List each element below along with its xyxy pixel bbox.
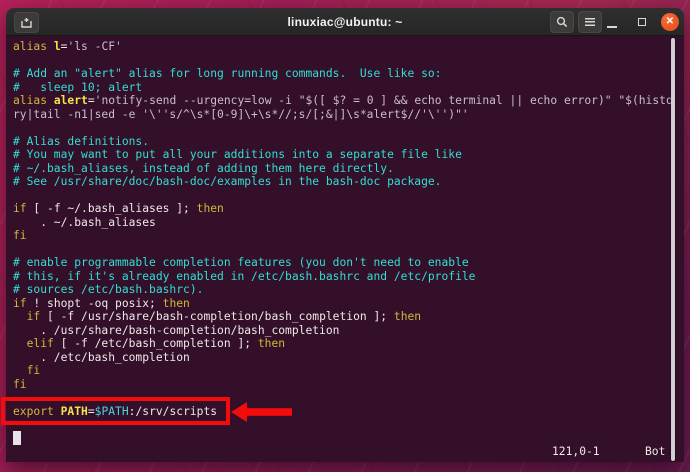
terminal-line: . /usr/share/bash-completion/bash_comple… [13, 324, 678, 338]
search-button[interactable] [550, 11, 574, 33]
terminal-line: . ~/.bash_aliases [13, 216, 678, 230]
terminal-line: # You may want to put all your additions… [13, 148, 678, 162]
terminal-line: # Alias definitions. [13, 135, 678, 149]
terminal-line [13, 243, 678, 257]
terminal-line: # sleep 10; alert [13, 81, 678, 95]
vim-statusline: 121,0-1 Bot [6, 445, 684, 459]
terminal-line: fi [13, 229, 678, 243]
terminal-line: # See /usr/share/doc/bash-doc/examples i… [13, 175, 678, 189]
terminal-scrollbar[interactable] [671, 38, 675, 461]
terminal-line: # this, if it's already enabled in /etc/… [13, 270, 678, 284]
terminal-line: # Add an "alert" alias for long running … [13, 67, 678, 81]
maximize-button[interactable] [638, 18, 646, 26]
terminal-line: # ~/.bash_aliases, instead of adding the… [13, 162, 678, 176]
terminal-line: # sources /etc/bash.bashrc). [13, 283, 678, 297]
minimize-button[interactable] [607, 26, 617, 28]
terminal-line [13, 121, 678, 135]
terminal-line [13, 54, 678, 68]
menu-button[interactable] [578, 11, 602, 33]
terminal-line: . /etc/bash_completion [13, 351, 678, 365]
terminal-line: if [ -f /usr/share/bash-completion/bash_… [13, 310, 678, 324]
terminal-line: elif [ -f /etc/bash_completion ]; then [13, 337, 678, 351]
terminal-line: if ! shopt -oq posix; then [13, 297, 678, 311]
annotation-arrow-icon [231, 400, 293, 424]
annotation-highlight-box [1, 397, 230, 425]
close-button[interactable]: ✕ [661, 13, 679, 31]
close-icon: ✕ [666, 17, 674, 27]
terminal-line: ry|tail -n1|sed -e '\''s/^\s*[0-9]\+\s*/… [13, 108, 678, 122]
vim-ruler: 121,0-1 [552, 445, 600, 458]
terminal-cursor [13, 431, 21, 445]
terminal-line: alias l='ls -CF' [13, 40, 678, 54]
terminal-window: linuxiac@ubuntu: ~ ✕ alias l='ls -CF' # A… [6, 8, 684, 462]
terminal-lines: alias l='ls -CF' # Add an "alert" alias f… [13, 40, 678, 432]
terminal-line: alias alert='notify-send --urgency=low -… [13, 94, 678, 108]
vim-file-position: Bot [645, 445, 665, 458]
terminal-line: fi [13, 378, 678, 392]
terminal-line: fi [13, 364, 678, 378]
terminal-line [13, 189, 678, 203]
terminal-line: if [ -f ~/.bash_aliases ]; then [13, 202, 678, 216]
search-icon [556, 16, 568, 28]
hamburger-icon [585, 18, 595, 26]
terminal-line: # enable programmable completion feature… [13, 256, 678, 270]
desktop: linuxiac@ubuntu: ~ ✕ alias l='ls -CF' # A… [0, 0, 690, 472]
titlebar[interactable]: linuxiac@ubuntu: ~ ✕ [6, 8, 684, 36]
